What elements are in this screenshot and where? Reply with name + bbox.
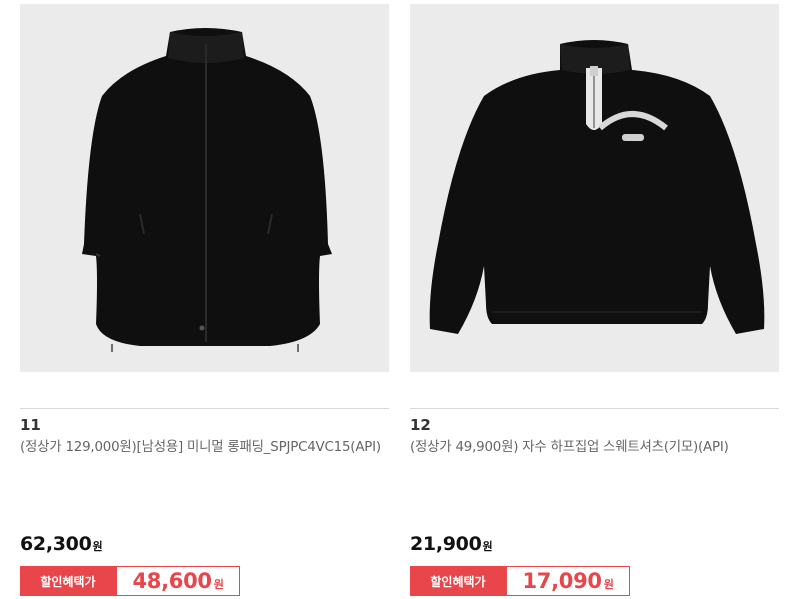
discount-price: 17,090 bbox=[522, 569, 602, 593]
half-zip-sweatshirt-image bbox=[429, 40, 765, 334]
long-padding-jacket-image bbox=[82, 28, 332, 352]
discount-value: 17,090 원 bbox=[506, 566, 630, 596]
price-unit: 원 bbox=[92, 540, 103, 553]
discount-price-box: 할인혜택가 48,600 원 bbox=[20, 566, 240, 596]
product-name[interactable]: (정상가 49,900원) 자수 하프집업 스웨트셔츠(기모)(API) bbox=[410, 437, 772, 458]
discount-price: 48,600 bbox=[132, 569, 212, 593]
price-value: 21,900 bbox=[410, 533, 482, 555]
product-image[interactable] bbox=[410, 4, 779, 372]
product-image[interactable] bbox=[20, 4, 389, 372]
price-value: 62,300 bbox=[20, 533, 92, 555]
product-index: 12 bbox=[410, 416, 431, 434]
card-divider bbox=[410, 408, 779, 409]
discount-unit: 원 bbox=[213, 578, 224, 591]
product-price: 62,300원 bbox=[20, 533, 103, 555]
discount-label: 할인혜택가 bbox=[20, 566, 116, 596]
discount-unit: 원 bbox=[603, 578, 614, 591]
discount-label: 할인혜택가 bbox=[410, 566, 506, 596]
discount-value: 48,600 원 bbox=[116, 566, 240, 596]
product-price: 21,900원 bbox=[410, 533, 493, 555]
product-index: 11 bbox=[20, 416, 41, 434]
price-unit: 원 bbox=[482, 540, 493, 553]
card-divider bbox=[20, 408, 389, 409]
product-card[interactable]: 11 (정상가 129,000원)[남성용] 미니멀 롱패딩_SPJPC4VC1… bbox=[20, 0, 389, 599]
product-card[interactable]: 12 (정상가 49,900원) 자수 하프집업 스웨트셔츠(기모)(API) … bbox=[410, 0, 779, 599]
product-name[interactable]: (정상가 129,000원)[남성용] 미니멀 롱패딩_SPJPC4VC15(A… bbox=[20, 437, 382, 458]
discount-price-box: 할인혜택가 17,090 원 bbox=[410, 566, 630, 596]
